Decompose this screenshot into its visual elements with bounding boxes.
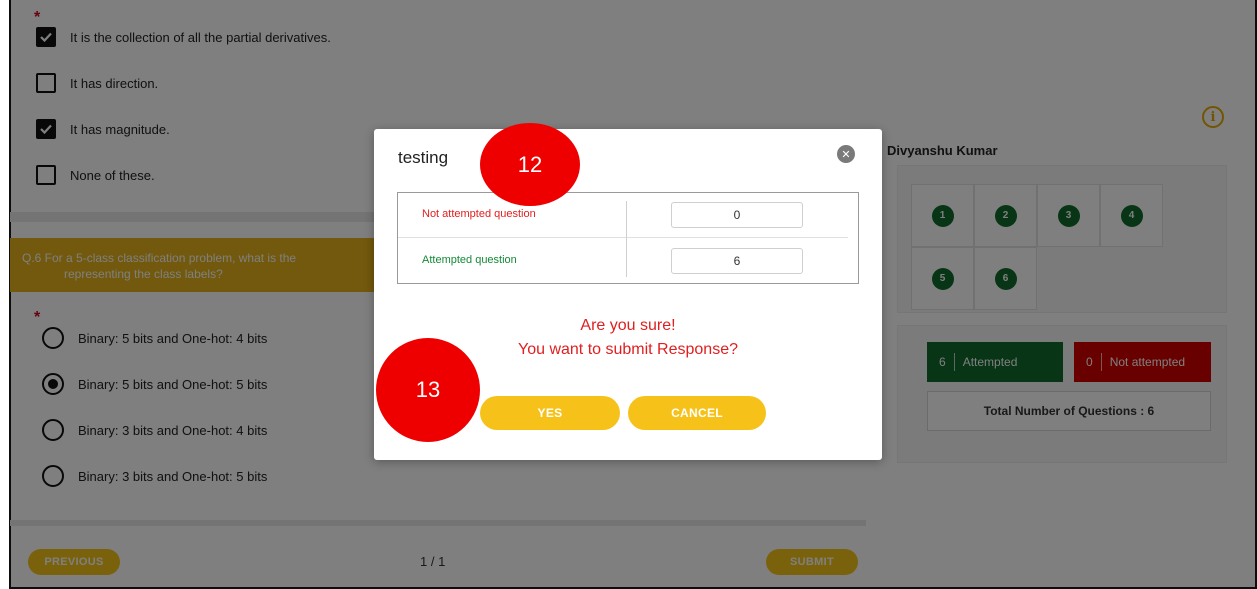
- attempted-row: Attempted question 6: [398, 239, 858, 284]
- attempt-stats-table: Not attempted question 0 Attempted quest…: [397, 192, 859, 284]
- column-divider: [626, 201, 627, 277]
- close-icon[interactable]: ✕: [837, 145, 855, 163]
- attempted-value: 6: [671, 248, 803, 274]
- cancel-button[interactable]: CANCEL: [628, 396, 766, 430]
- confirm-message-line1: Are you sure!: [580, 317, 676, 334]
- not-attempted-question-label: Not attempted question: [422, 208, 536, 220]
- not-attempted-value: 0: [671, 202, 803, 228]
- yes-button[interactable]: YES: [480, 396, 620, 430]
- annotation-marker-13: 13: [376, 338, 480, 442]
- attempted-question-label: Attempted question: [422, 254, 517, 266]
- dialog-title: testing: [398, 148, 449, 167]
- not-attempted-row: Not attempted question 0: [398, 193, 848, 238]
- annotation-marker-12: 12: [480, 123, 580, 206]
